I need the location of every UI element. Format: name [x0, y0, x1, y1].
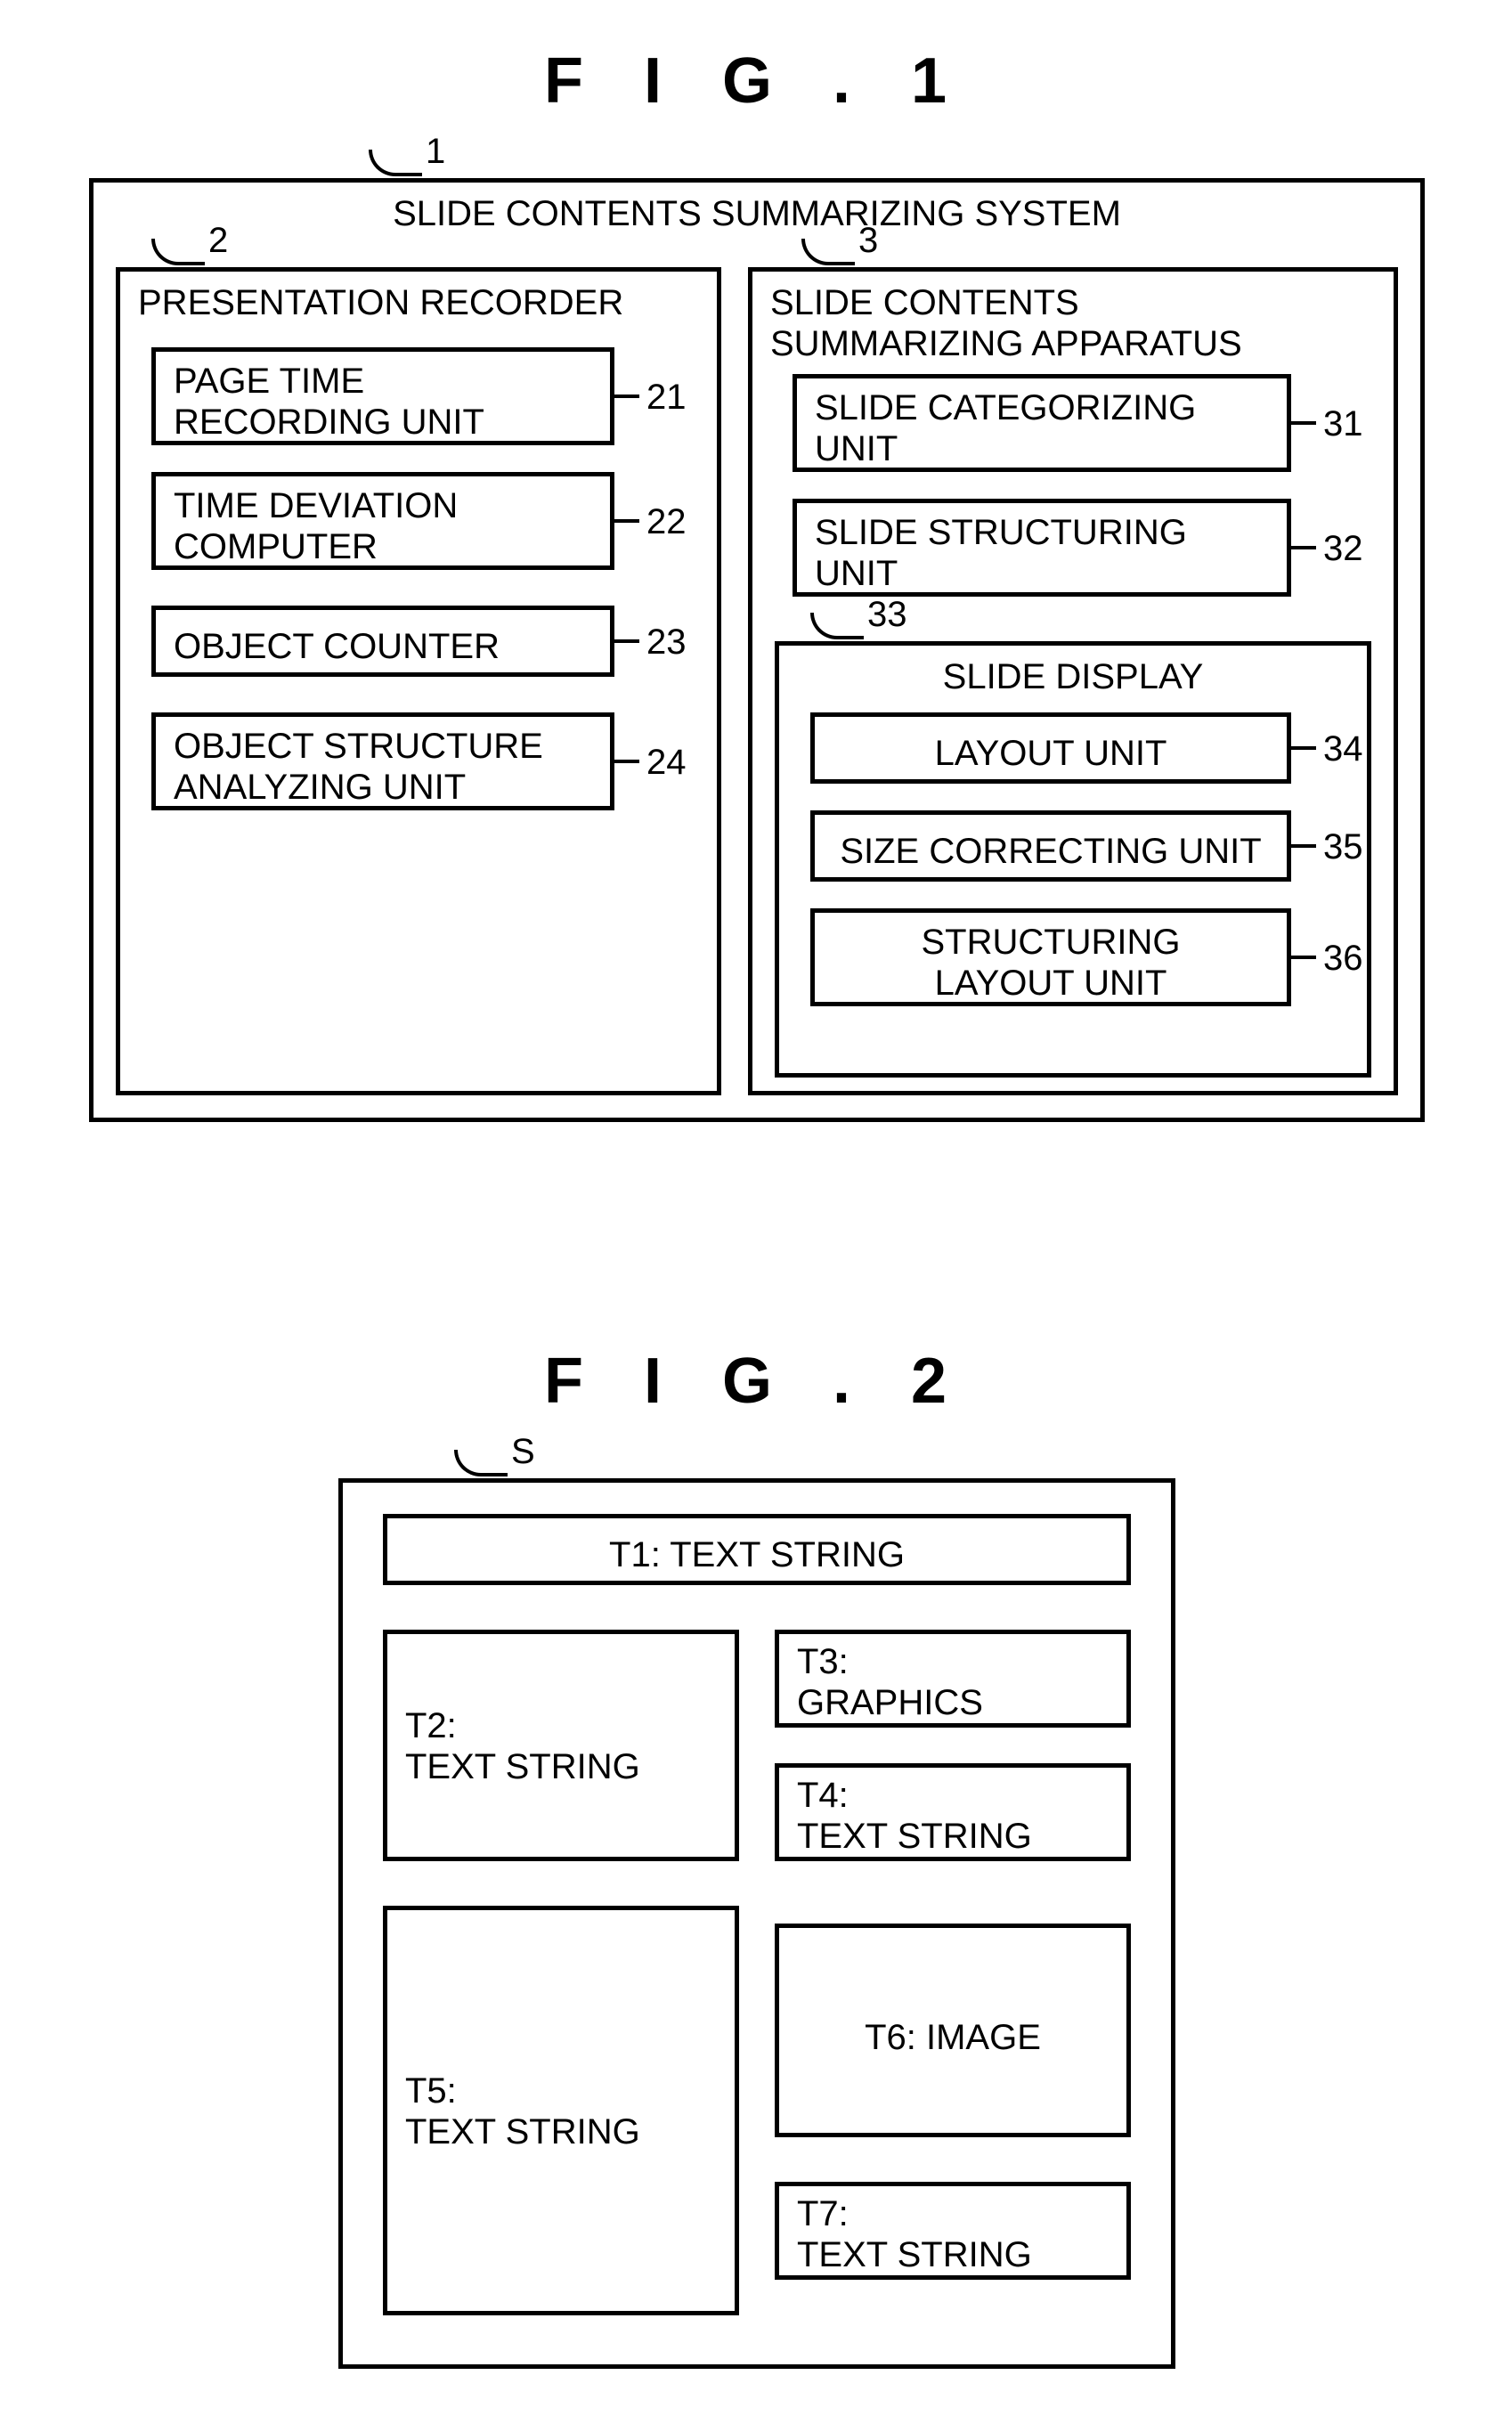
slide-structuring-unit-box: SLIDE STRUCTURING UNIT — [793, 499, 1291, 597]
t1-label: T1: TEXT STRING — [387, 1534, 1126, 1575]
t4-label: T4: TEXT STRING — [797, 1775, 1032, 1857]
tick-31 — [1291, 421, 1316, 425]
lead-1 — [369, 150, 422, 176]
fig2-title: F I G . 2 — [0, 1345, 1512, 1418]
ref-35: 35 — [1323, 827, 1363, 867]
t4-box: T4: TEXT STRING — [775, 1763, 1131, 1861]
ref-2: 2 — [208, 221, 228, 261]
system-title: SLIDE CONTENTS SUMMARIZING SYSTEM — [93, 193, 1420, 234]
ref-33: 33 — [867, 595, 907, 635]
t5-box: T5: TEXT STRING — [383, 1906, 739, 2315]
object-structure-analyzing-unit-label: OBJECT STRUCTURE ANALYZING UNIT — [174, 726, 543, 808]
ref-22: 22 — [646, 502, 687, 542]
t3-box: T3: GRAPHICS — [775, 1630, 1131, 1728]
ref-1: 1 — [426, 132, 445, 172]
ref-34: 34 — [1323, 729, 1363, 769]
t6-box: T6: IMAGE — [775, 1924, 1131, 2137]
page-time-recording-unit-box: PAGE TIME RECORDING UNIT — [151, 347, 614, 445]
tick-23 — [614, 639, 639, 643]
t2-box: T2: TEXT STRING — [383, 1630, 739, 1861]
ref-23: 23 — [646, 622, 687, 663]
t3-label: T3: GRAPHICS — [797, 1641, 983, 1723]
object-structure-analyzing-unit-box: OBJECT STRUCTURE ANALYZING UNIT — [151, 712, 614, 810]
ref-s: S — [511, 1432, 535, 1472]
ref-24: 24 — [646, 743, 687, 783]
ref-32: 32 — [1323, 529, 1363, 569]
slide-categorizing-unit-label: SLIDE CATEGORIZING UNIT — [815, 387, 1196, 469]
layout-unit-label: LAYOUT UNIT — [815, 733, 1287, 774]
tick-36 — [1291, 956, 1316, 959]
tick-24 — [614, 760, 639, 763]
object-counter-box: OBJECT COUNTER — [151, 606, 614, 677]
lead-s — [454, 1450, 508, 1476]
size-correcting-unit-label: SIZE CORRECTING UNIT — [815, 831, 1287, 872]
object-counter-label: OBJECT COUNTER — [174, 626, 500, 667]
t7-label: T7: TEXT STRING — [797, 2193, 1032, 2275]
t5-label: T5: TEXT STRING — [405, 2070, 640, 2152]
tick-34 — [1291, 746, 1316, 750]
structuring-layout-unit-box: STRUCTURING LAYOUT UNIT — [810, 908, 1291, 1006]
t6-label: T6: IMAGE — [779, 2017, 1126, 2058]
tick-22 — [614, 519, 639, 523]
size-correcting-unit-box: SIZE CORRECTING UNIT — [810, 810, 1291, 882]
tick-21 — [614, 395, 639, 398]
tick-32 — [1291, 546, 1316, 549]
slide-structuring-unit-label: SLIDE STRUCTURING UNIT — [815, 512, 1187, 594]
tick-35 — [1291, 844, 1316, 848]
presentation-recorder-title: PRESENTATION RECORDER — [138, 282, 623, 323]
page-time-recording-unit-label: PAGE TIME RECORDING UNIT — [174, 361, 484, 443]
time-deviation-computer-label: TIME DEVIATION COMPUTER — [174, 485, 458, 567]
t2-label: T2: TEXT STRING — [405, 1705, 640, 1787]
time-deviation-computer-box: TIME DEVIATION COMPUTER — [151, 472, 614, 570]
fig1-title: F I G . 1 — [0, 45, 1512, 118]
ref-36: 36 — [1323, 939, 1363, 979]
ref-21: 21 — [646, 378, 687, 418]
ref-31: 31 — [1323, 404, 1363, 444]
layout-unit-box: LAYOUT UNIT — [810, 712, 1291, 784]
t7-box: T7: TEXT STRING — [775, 2182, 1131, 2280]
ref-3: 3 — [858, 221, 878, 261]
t1-box: T1: TEXT STRING — [383, 1514, 1131, 1585]
slide-categorizing-unit-box: SLIDE CATEGORIZING UNIT — [793, 374, 1291, 472]
structuring-layout-unit-label: STRUCTURING LAYOUT UNIT — [815, 922, 1287, 1004]
slide-contents-summarizing-apparatus-title: SLIDE CONTENTS SUMMARIZING APPARATUS — [770, 282, 1242, 364]
slide-display-title: SLIDE DISPLAY — [779, 656, 1367, 697]
